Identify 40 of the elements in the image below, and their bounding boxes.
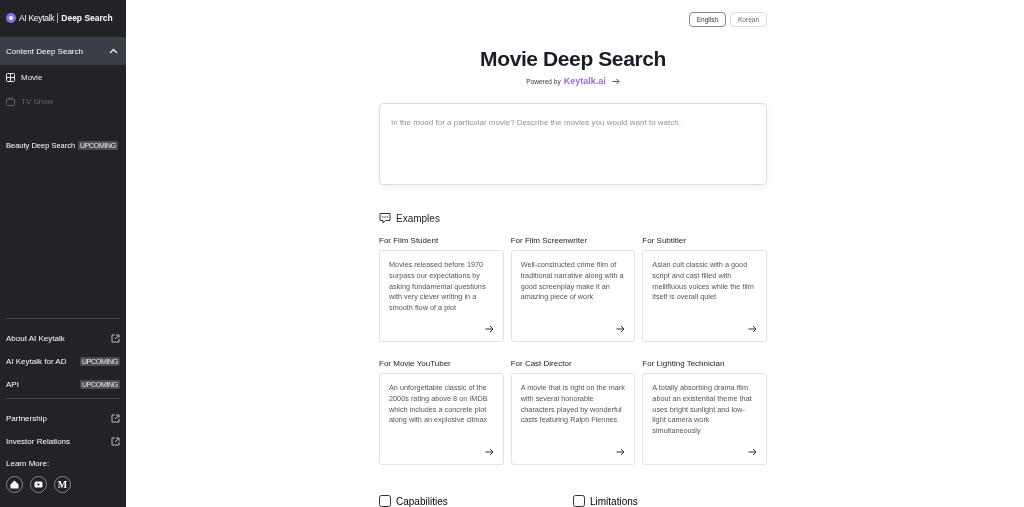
arrow-right-icon[interactable] <box>611 77 620 85</box>
home-icon[interactable] <box>6 476 23 493</box>
sidebar-link[interactable]: Partnership <box>0 407 126 430</box>
film-icon <box>6 72 15 82</box>
nav-section[interactable]: Content Deep Search <box>0 37 126 65</box>
sidebar-link[interactable]: About AI Keytalk <box>0 327 126 350</box>
arrow-right-icon <box>748 325 757 333</box>
learn-more-label: Learn More: <box>5 458 51 470</box>
logo-icon <box>6 13 16 23</box>
external-link-icon <box>111 334 120 343</box>
example-title: For Lighting Technician <box>642 359 726 368</box>
keytalk-link[interactable]: Keytalk.ai <box>563 76 606 86</box>
section-heading: Examples <box>396 212 440 224</box>
example-title: For Cast Director <box>510 359 573 368</box>
sidebar-link[interactable]: Investor Relations <box>0 430 126 453</box>
search-field[interactable]: In the mood for a particular movie? Describe the movies you would want to watch. <box>379 103 767 185</box>
page-title: Movie Deep Search <box>479 47 667 71</box>
example-title: For Film Screenwriter <box>510 236 589 245</box>
arrow-right-icon <box>484 325 494 333</box>
section-label: Content Deep Search <box>6 46 83 56</box>
section-heading: Limitations <box>590 495 638 507</box>
tv-icon <box>6 96 15 106</box>
section-icon <box>573 495 585 507</box>
external-link-icon <box>111 414 120 423</box>
product-name: Deep Search <box>61 13 113 23</box>
example-title: For Film Student <box>379 236 440 245</box>
chat-icon <box>379 212 391 224</box>
example-title: For Movie YouTuber <box>379 359 452 368</box>
example-title: For Subtitler <box>642 236 687 245</box>
brand-name: AI Keytalk <box>19 13 55 23</box>
section-heading: Capabilities <box>396 495 448 507</box>
arrow-right-icon <box>616 448 626 456</box>
video-play-icon[interactable] <box>30 476 47 493</box>
section-icon <box>379 495 391 507</box>
external-link-icon <box>111 437 120 446</box>
chevron-up-icon <box>109 48 118 54</box>
arrow-right-icon <box>484 448 494 456</box>
nav-item[interactable]: Movie <box>0 65 126 89</box>
arrow-right-icon <box>616 325 626 333</box>
arrow-right-icon <box>748 448 757 456</box>
